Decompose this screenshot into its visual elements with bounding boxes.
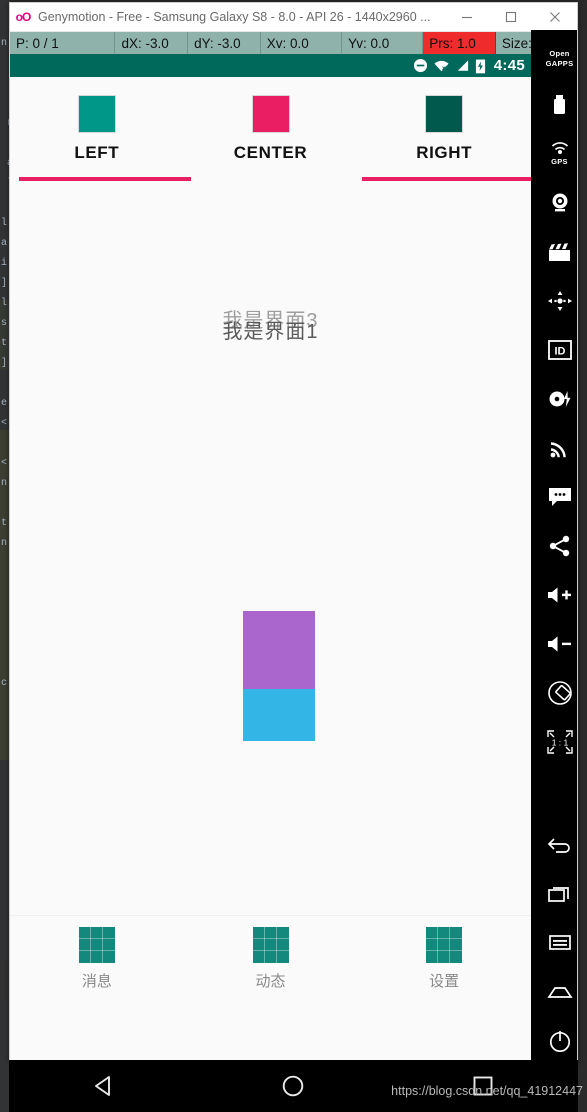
tab-icon-center [251, 95, 290, 133]
window-titlebar[interactable]: oO Genymotion - Free - Samsung Galaxy S8… [10, 3, 577, 32]
page-title-incoming: 我是界面1 [222, 321, 319, 343]
tab-left[interactable]: LEFT [10, 77, 184, 181]
sms-icon[interactable] [531, 472, 577, 521]
pointer-info-bar: P: 0 / 1 dX: -3.0 dY: -3.0 Xv: 0.0 Yv: 0… [10, 32, 577, 54]
pointer-field-dx: dX: -3.0 [115, 32, 189, 54]
tab-right-label: RIGHT [416, 143, 473, 162]
dpad-icon[interactable] [531, 276, 577, 325]
pointer-field-yv: Yv: 0.0 [342, 32, 424, 54]
menu-icon[interactable] [531, 918, 577, 967]
bottom-nav-item-settings[interactable]: 设置 [357, 916, 531, 1001]
message-icon [78, 926, 115, 963]
tab-icon-left [77, 95, 116, 133]
network-icon[interactable] [531, 423, 577, 472]
color-block [243, 611, 315, 741]
wifi-off-icon: x [433, 59, 450, 73]
activity-icon [252, 926, 289, 963]
identifiers-icon[interactable]: ID [531, 325, 577, 374]
color-block-top [243, 611, 315, 689]
device-screen[interactable]: x 4:45 LEFT CENTER RIGHT 我是界面3 我是界面1 消息 … [10, 54, 531, 1061]
share-icon[interactable] [531, 521, 577, 570]
opengapps-caption-line2: GAPPS [545, 58, 574, 68]
no-sim-icon [413, 58, 428, 73]
battery-charging-icon [475, 58, 486, 74]
tab-right[interactable]: RIGHT [357, 77, 531, 181]
watermark: https://blog.csdn.net/qq_41912447 [391, 1084, 583, 1098]
clapperboard-icon[interactable] [531, 227, 577, 276]
back-triangle-icon[interactable] [74, 1073, 134, 1099]
bottom-nav-item-activity[interactable]: 动态 [184, 916, 358, 1001]
window-title: Genymotion - Free - Samsung Galaxy S8 - … [38, 10, 431, 24]
opengapps-icon[interactable]: Open GAPPS [531, 36, 577, 80]
bottom-nav-item-messages[interactable]: 消息 [10, 916, 184, 1001]
home-circle-icon[interactable] [263, 1073, 323, 1099]
tab-bar: LEFT CENTER RIGHT [10, 77, 531, 181]
settings-icon [426, 926, 463, 963]
genymotion-window: oO Genymotion - Free - Samsung Galaxy S8… [9, 2, 578, 1062]
battery-icon[interactable] [531, 80, 577, 129]
disk-io-icon[interactable] [531, 374, 577, 423]
scale-1-1-label: 1 : 1 [551, 737, 568, 747]
volume-down-icon[interactable] [531, 619, 577, 668]
bottom-navigation: 消息 动态 设置 [10, 915, 531, 1001]
bottom-nav-label-activity: 动态 [255, 972, 286, 990]
back-arrow-icon[interactable] [531, 820, 577, 869]
home-icon[interactable] [531, 967, 577, 1016]
gps-icon[interactable]: GPS [531, 129, 577, 178]
scale-1-1-icon[interactable]: 1 : 1 [531, 717, 577, 766]
rotate-icon[interactable] [531, 668, 577, 717]
volume-up-icon[interactable] [531, 570, 577, 619]
svg-text:x: x [442, 64, 446, 71]
close-button[interactable] [533, 3, 577, 31]
tab-center[interactable]: CENTER [184, 77, 358, 181]
signal-icon [455, 59, 470, 73]
status-bar-clock: 4:45 [493, 57, 525, 74]
power-icon[interactable] [531, 1016, 577, 1061]
pointer-field-xv: Xv: 0.0 [261, 32, 342, 54]
android-status-bar: x 4:45 [10, 54, 531, 77]
color-block-bottom [243, 689, 315, 741]
camera-icon[interactable] [531, 178, 577, 227]
pointer-field-p: P: 0 / 1 [10, 32, 116, 54]
viewpager-content[interactable]: 我是界面3 我是界面1 消息 动态 设置 [10, 181, 531, 1001]
pointer-field-prs: Prs: 1.0 [423, 32, 496, 54]
tab-left-label: LEFT [74, 143, 120, 162]
gps-caption: GPS [551, 156, 568, 166]
opengapps-caption-line1: Open [549, 48, 570, 58]
genymotion-logo-icon: oO [15, 10, 32, 24]
bottom-nav-label-messages: 消息 [81, 972, 112, 990]
svg-text:ID: ID [554, 345, 565, 357]
genymotion-toolbar: Open GAPPS GPS ID 1: 1 [531, 30, 577, 1061]
tab-center-label: CENTER [233, 143, 308, 162]
maximize-button[interactable] [489, 3, 533, 31]
tab-icon-right [425, 95, 464, 133]
pointer-field-dy: dY: -3.0 [188, 32, 261, 54]
bottom-nav-label-settings: 设置 [429, 972, 460, 990]
minimize-button[interactable] [445, 3, 489, 31]
recents-icon[interactable] [531, 869, 577, 918]
